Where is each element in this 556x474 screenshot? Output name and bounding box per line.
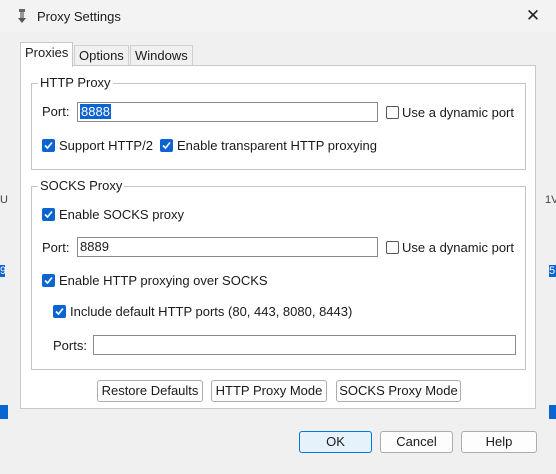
checkmark-icon — [162, 141, 171, 150]
http-proxy-mode-button[interactable]: HTTP Proxy Mode — [211, 380, 327, 402]
ports-label: Ports: — [53, 338, 87, 353]
socks-proxy-legend: SOCKS Proxy — [38, 178, 125, 193]
http-over-socks-checkbox[interactable] — [42, 274, 55, 287]
proxies-tab-panel: HTTP Proxy Port: 8888 Use a dynamic port… — [20, 65, 536, 409]
transparent-proxying-label: Enable transparent HTTP proxying — [177, 138, 377, 153]
tab-proxies[interactable]: Proxies — [20, 42, 74, 67]
include-default-ports-checkbox[interactable] — [53, 305, 66, 318]
background-edge-glyph-right: 1V — [545, 194, 556, 206]
http-dynamic-port-checkbox[interactable] — [386, 106, 399, 119]
http-port-label: Port: — [42, 104, 70, 119]
socks-proxy-mode-button[interactable]: SOCKS Proxy Mode — [336, 380, 461, 402]
enable-socks-label: Enable SOCKS proxy — [59, 207, 185, 222]
checkmark-icon — [44, 210, 53, 219]
socks-port-field[interactable]: 8889 — [77, 237, 378, 257]
background-edge-badge-left: 9 — [0, 265, 7, 277]
window-title: Proxy Settings — [37, 9, 121, 24]
http-port-field[interactable]: 8888 — [77, 102, 378, 122]
checkmark-icon — [44, 276, 53, 285]
tab-options[interactable]: Options — [74, 45, 129, 66]
socks-dynamic-port-checkbox[interactable] — [386, 241, 399, 254]
http-dynamic-port-label: Use a dynamic port — [402, 105, 514, 120]
checkmark-icon — [55, 307, 64, 316]
checkmark-icon — [44, 141, 53, 150]
support-http2-checkbox[interactable] — [42, 139, 55, 152]
ports-field[interactable] — [93, 335, 516, 355]
transparent-proxying-checkbox[interactable] — [160, 139, 173, 152]
tab-windows[interactable]: Windows — [130, 45, 193, 66]
socks-port-label: Port: — [42, 240, 70, 255]
background-edge-badge-right: 5 — [549, 265, 556, 277]
fiddler-pin-icon — [18, 9, 26, 23]
http-over-socks-label: Enable HTTP proxying over SOCKS — [59, 273, 268, 288]
socks-proxy-group: SOCKS Proxy Enable SOCKS proxy Port: 888… — [31, 178, 526, 370]
support-http2-label: Support HTTP/2 — [59, 138, 153, 153]
title-bar: Proxy Settings ✕ — [0, 0, 556, 32]
background-selection-strip-right — [549, 405, 556, 419]
help-button[interactable]: Help — [461, 431, 537, 453]
http-proxy-group: HTTP Proxy Port: 8888 Use a dynamic port… — [31, 75, 526, 170]
enable-socks-checkbox[interactable] — [42, 208, 55, 221]
socks-dynamic-port-label: Use a dynamic port — [402, 240, 514, 255]
close-icon[interactable]: ✕ — [518, 4, 548, 28]
ok-button[interactable]: OK — [299, 431, 372, 453]
include-default-ports-label: Include default HTTP ports (80, 443, 808… — [70, 304, 353, 319]
background-edge-glyph-left: U — [0, 194, 8, 206]
http-proxy-legend: HTTP Proxy — [38, 75, 113, 90]
cancel-button[interactable]: Cancel — [380, 431, 453, 453]
http-port-value: 8888 — [80, 104, 111, 119]
background-selection-strip-left — [0, 405, 8, 419]
restore-defaults-button[interactable]: Restore Defaults — [97, 380, 203, 402]
